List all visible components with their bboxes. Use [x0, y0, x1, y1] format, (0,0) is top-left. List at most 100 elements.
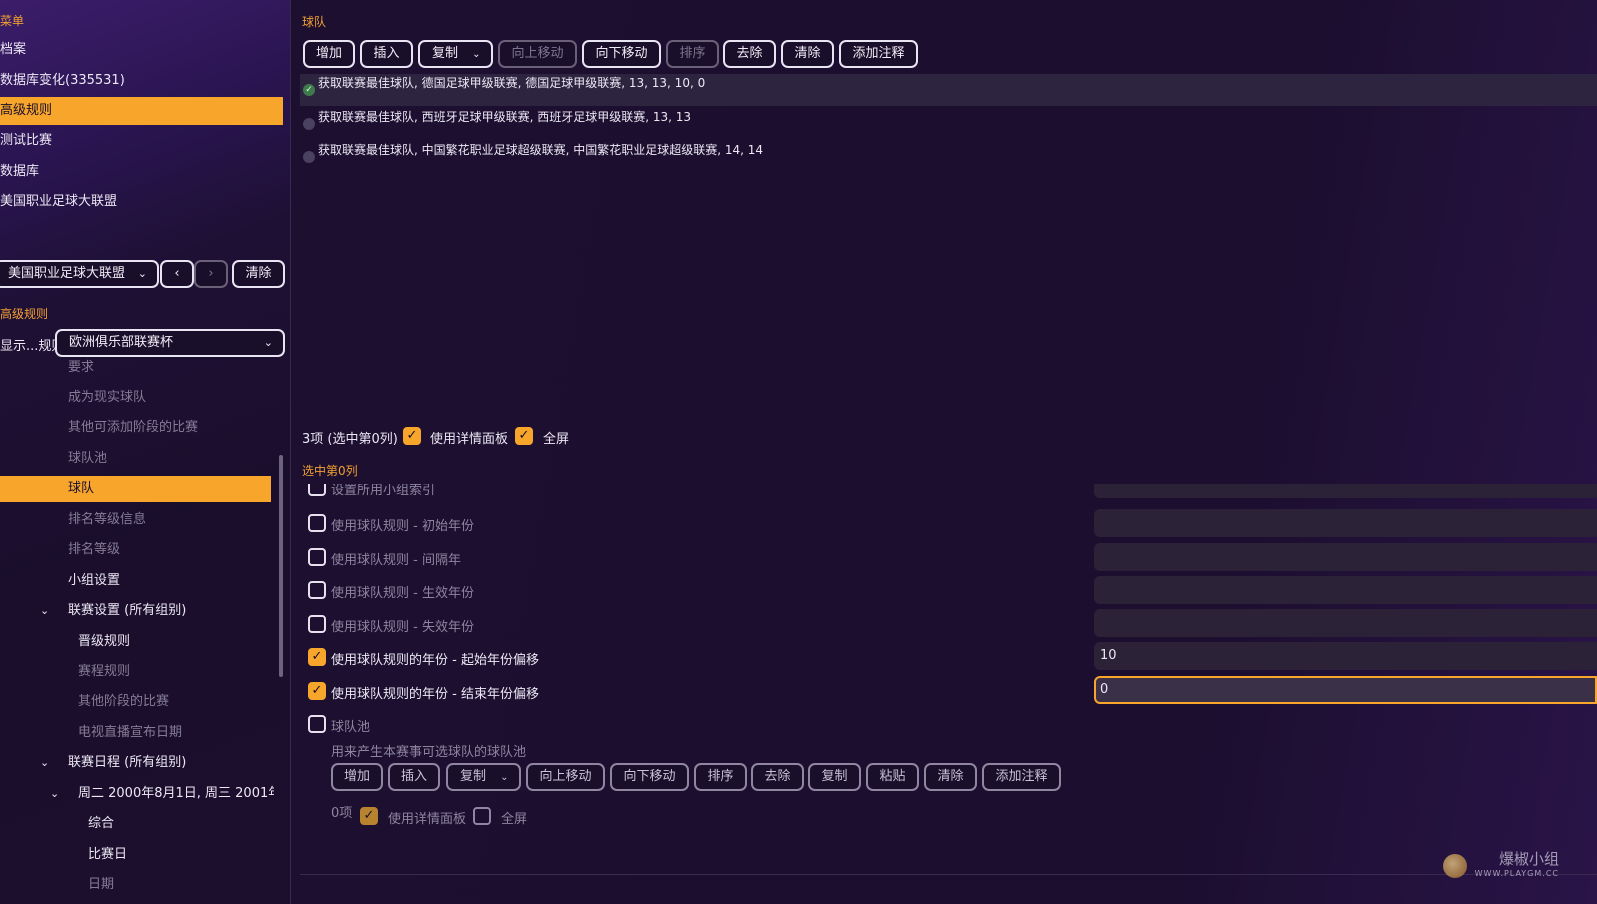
pool-move-up-button[interactable]: 向上移动: [526, 763, 605, 791]
chevron-down-icon[interactable]: ⌄: [40, 756, 49, 769]
next-button[interactable]: ›: [194, 260, 228, 288]
tree-item-promotion[interactable]: 晋级规则: [78, 629, 130, 655]
advanced-rules-header: 高级规则: [0, 307, 49, 321]
field-label: 使用球队规则 - 间隔年: [331, 553, 461, 568]
field-label: 使用球队规则的年份 - 结束年份偏移: [331, 687, 539, 702]
tree-item-teams[interactable]: 球队: [0, 476, 271, 502]
check-circle-icon: ✓: [303, 84, 315, 96]
tree-item-other-stage-matches[interactable]: 其他阶段的比赛: [78, 689, 169, 715]
tree-item-matchday[interactable]: 比赛日: [88, 842, 127, 868]
field-checkbox[interactable]: [308, 581, 326, 599]
list-item[interactable]: ✓ 获取联赛最佳球队, 德国足球甲级联赛, 德国足球甲级联赛, 13, 13, …: [300, 74, 1597, 106]
field-row-group-index: 设置所用小组索引: [292, 484, 1597, 498]
detail-panel-checkbox[interactable]: ✓: [403, 427, 421, 445]
chevron-down-icon[interactable]: ⌄: [50, 787, 59, 800]
menu-item-db-changes[interactable]: 数据库变化(335531): [0, 67, 283, 95]
tree-item-rank[interactable]: 排名等级: [68, 537, 120, 563]
check-circle-icon: [303, 118, 315, 130]
sort-button[interactable]: 排序: [666, 40, 719, 68]
menu-item-mls[interactable]: 美国职业足球大联盟: [0, 188, 283, 216]
fullscreen-checkbox[interactable]: ✓: [515, 427, 533, 445]
pool-add-note-button[interactable]: 添加注释: [982, 763, 1061, 791]
start-offset-input[interactable]: 10: [1094, 642, 1597, 670]
pool-remove-button[interactable]: 去除: [751, 763, 804, 791]
field-checkbox[interactable]: [308, 514, 326, 532]
field-checkbox[interactable]: ✓: [308, 648, 326, 666]
pool-fullscreen-checkbox[interactable]: [473, 807, 491, 825]
menu-item-test-match[interactable]: 测试比赛: [0, 127, 283, 155]
field-label: 使用球队规则 - 生效年份: [331, 586, 474, 601]
insert-button[interactable]: 插入: [360, 40, 413, 68]
pool-paste-button[interactable]: 粘贴: [866, 763, 919, 791]
tree-item-fixture-rules[interactable]: 赛程规则: [78, 659, 130, 685]
team-pool-checkbox[interactable]: [308, 715, 326, 733]
check-circle-icon: [303, 151, 315, 163]
chevron-down-icon: ⌄: [263, 336, 273, 349]
field-label: 设置所用小组索引: [331, 484, 436, 498]
menu-item-profile[interactable]: 档案: [0, 36, 283, 64]
tree-item-league-settings[interactable]: 联赛设置 (所有组别): [68, 598, 186, 624]
move-down-button[interactable]: 向下移动: [582, 40, 661, 68]
section-title: 球队: [302, 15, 327, 29]
field-input[interactable]: [1094, 543, 1597, 571]
field-checkbox[interactable]: [308, 615, 326, 633]
tree-item-rank-info[interactable]: 排名等级信息: [68, 507, 146, 533]
rule-select[interactable]: 欧洲俱乐部联赛杯 ⌄: [55, 329, 285, 357]
tree-item-tv-dates[interactable]: 电视直播宣布日期: [78, 720, 182, 746]
tree-item-league-schedule[interactable]: 联赛日程 (所有组别): [68, 750, 186, 776]
watermark: 爆椒小组 WWW.PLAYGM.CC: [1475, 848, 1559, 878]
field-input[interactable]: [1094, 484, 1597, 498]
bottom-divider: [300, 874, 1597, 875]
pool-copy-button[interactable]: 复制: [808, 763, 861, 791]
watermark-logo-icon: [1443, 854, 1467, 878]
pool-copy-dropdown[interactable]: 复制 ⌄: [446, 763, 521, 791]
field-checkbox[interactable]: [308, 484, 326, 496]
tree-item-team-pool[interactable]: 球队池: [68, 446, 107, 472]
tree-item-other-stage[interactable]: 其他可添加阶段的比赛: [68, 415, 198, 441]
field-checkbox[interactable]: [308, 548, 326, 566]
left-sidebar: 菜单 档案 数据库变化(335531) 高级规则 测试比赛 数据库 美国职业足球…: [0, 0, 291, 904]
list-item[interactable]: 获取联赛最佳球队, 中国繁花职业足球超级联赛, 中国繁花职业足球超级联赛, 14…: [300, 141, 1597, 173]
tree-item-requirements[interactable]: 要求: [68, 355, 94, 381]
pool-detail-label: 使用详情面板: [388, 812, 467, 827]
list-item-text: 获取联赛最佳球队, 中国繁花职业足球超级联赛, 中国繁花职业足球超级联赛, 14…: [318, 143, 764, 157]
field-checkbox[interactable]: ✓: [308, 682, 326, 700]
pool-clear-button[interactable]: 清除: [924, 763, 977, 791]
copy-button-label: 复制: [432, 46, 459, 61]
clear-button[interactable]: 清除: [781, 40, 834, 68]
field-input[interactable]: [1094, 609, 1597, 637]
add-button[interactable]: 增加: [303, 40, 355, 68]
pool-detail-checkbox[interactable]: ✓: [360, 807, 378, 825]
field-input[interactable]: [1094, 509, 1597, 537]
pool-add-button[interactable]: 增加: [331, 763, 383, 791]
menu-item-database[interactable]: 数据库: [0, 158, 283, 186]
team-pool-desc: 用来产生本赛事可选球队的球队池: [331, 745, 527, 760]
tree-item-group-settings[interactable]: 小组设置: [68, 568, 120, 594]
pool-count: 0项: [331, 806, 353, 821]
list-item[interactable]: 获取联赛最佳球队, 西班牙足球甲级联赛, 西班牙足球甲级联赛, 13, 13: [300, 108, 1597, 140]
league-select[interactable]: 美国职业足球大联盟 ⌄: [0, 260, 159, 288]
field-input[interactable]: [1094, 576, 1597, 604]
sidebar-scrollbar[interactable]: [279, 455, 283, 677]
remove-button[interactable]: 去除: [723, 40, 776, 68]
list-item-text: 获取联赛最佳球队, 德国足球甲级联赛, 德国足球甲级联赛, 13, 13, 10…: [318, 76, 706, 90]
pool-sort-button[interactable]: 排序: [694, 763, 747, 791]
pool-insert-button[interactable]: 插入: [388, 763, 440, 791]
pool-copy-label: 复制: [460, 769, 487, 784]
move-up-button[interactable]: 向上移动: [498, 40, 577, 68]
sidebar-clear-button[interactable]: 清除: [232, 260, 285, 288]
watermark-text: 爆椒小组: [1498, 850, 1559, 868]
menu-item-advanced-rules[interactable]: 高级规则: [0, 97, 283, 125]
pool-move-down-button[interactable]: 向下移动: [610, 763, 689, 791]
tree-item-date-range[interactable]: 周二 2000年8月1日, 周三 2001年1月: [78, 781, 274, 807]
end-offset-input[interactable]: 0: [1094, 676, 1597, 704]
add-note-button[interactable]: 添加注释: [839, 40, 918, 68]
rule-select-value: 欧洲俱乐部联赛杯: [69, 335, 174, 350]
chevron-down-icon[interactable]: ⌄: [40, 604, 49, 617]
prev-button[interactable]: ‹: [160, 260, 194, 288]
copy-button[interactable]: 复制 ⌄: [418, 40, 493, 68]
menu-header: 菜单: [0, 14, 25, 28]
tree-item-real-team[interactable]: 成为现实球队: [68, 385, 146, 411]
tree-item-dates[interactable]: 日期: [88, 872, 114, 898]
tree-item-general[interactable]: 综合: [88, 811, 114, 837]
